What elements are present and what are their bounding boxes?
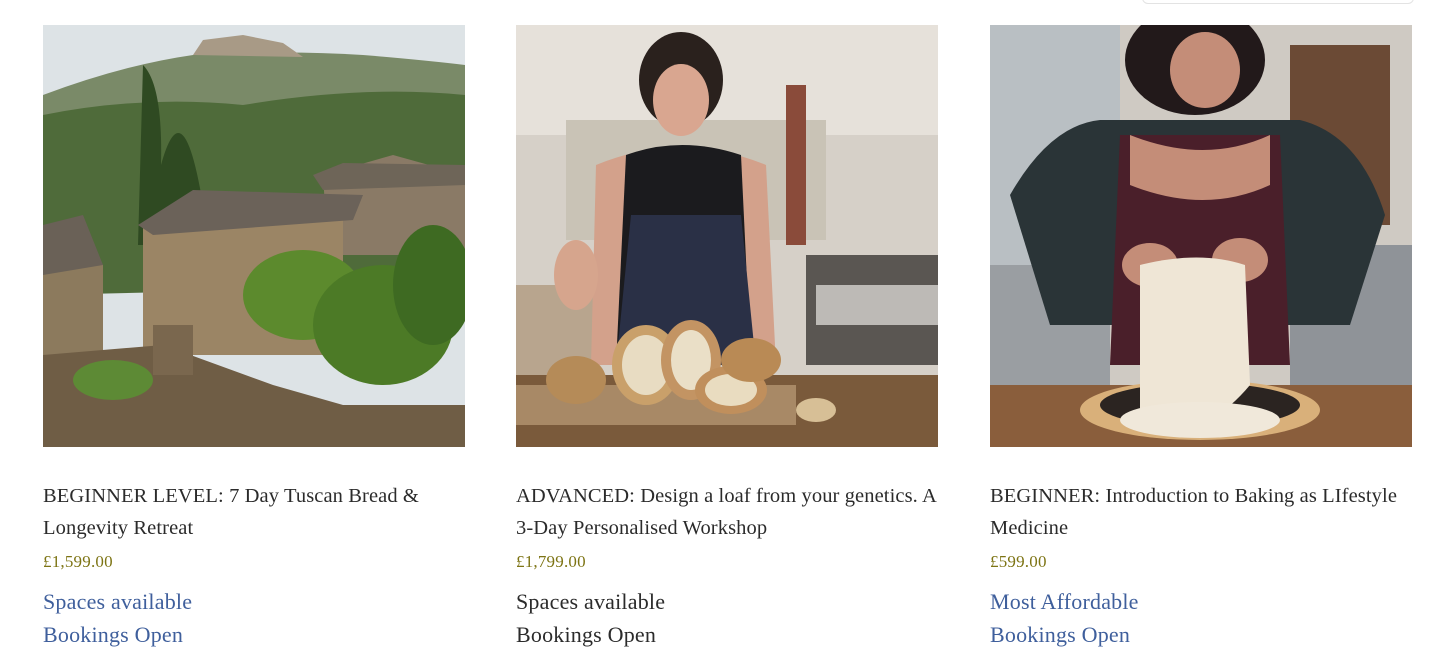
- product-card: BEGINNER: Introduction to Baking as LIfe…: [990, 25, 1412, 651]
- booking-status-badge[interactable]: Bookings Open: [990, 618, 1412, 651]
- product-image-tuscany[interactable]: [43, 25, 465, 447]
- booking-status-badge[interactable]: Bookings Open: [516, 618, 938, 651]
- availability-badge[interactable]: Spaces available: [516, 585, 938, 618]
- product-card: ADVANCED: Design a loaf from your geneti…: [516, 25, 938, 651]
- product-title[interactable]: ADVANCED: Design a loaf from your geneti…: [516, 480, 938, 544]
- product-image-genetics-workshop[interactable]: [516, 25, 938, 447]
- sort-dropdown[interactable]: [1142, 0, 1414, 4]
- product-title[interactable]: BEGINNER: Introduction to Baking as LIfe…: [990, 480, 1412, 544]
- product-price: £599.00: [990, 552, 1047, 571]
- product-card: BEGINNER LEVEL: 7 Day Tuscan Bread & Lon…: [43, 25, 465, 651]
- availability-badge[interactable]: Spaces available: [43, 585, 465, 618]
- product-price: £1,799.00: [516, 552, 586, 571]
- booking-status-badge[interactable]: Bookings Open: [43, 618, 465, 651]
- product-price: £1,599.00: [43, 552, 113, 571]
- product-title[interactable]: BEGINNER LEVEL: 7 Day Tuscan Bread & Lon…: [43, 480, 465, 544]
- product-grid: BEGINNER LEVEL: 7 Day Tuscan Bread & Lon…: [43, 25, 1412, 671]
- value-badge[interactable]: Most Affordable: [990, 585, 1412, 618]
- product-image-lifestyle-medicine[interactable]: [990, 25, 1412, 447]
